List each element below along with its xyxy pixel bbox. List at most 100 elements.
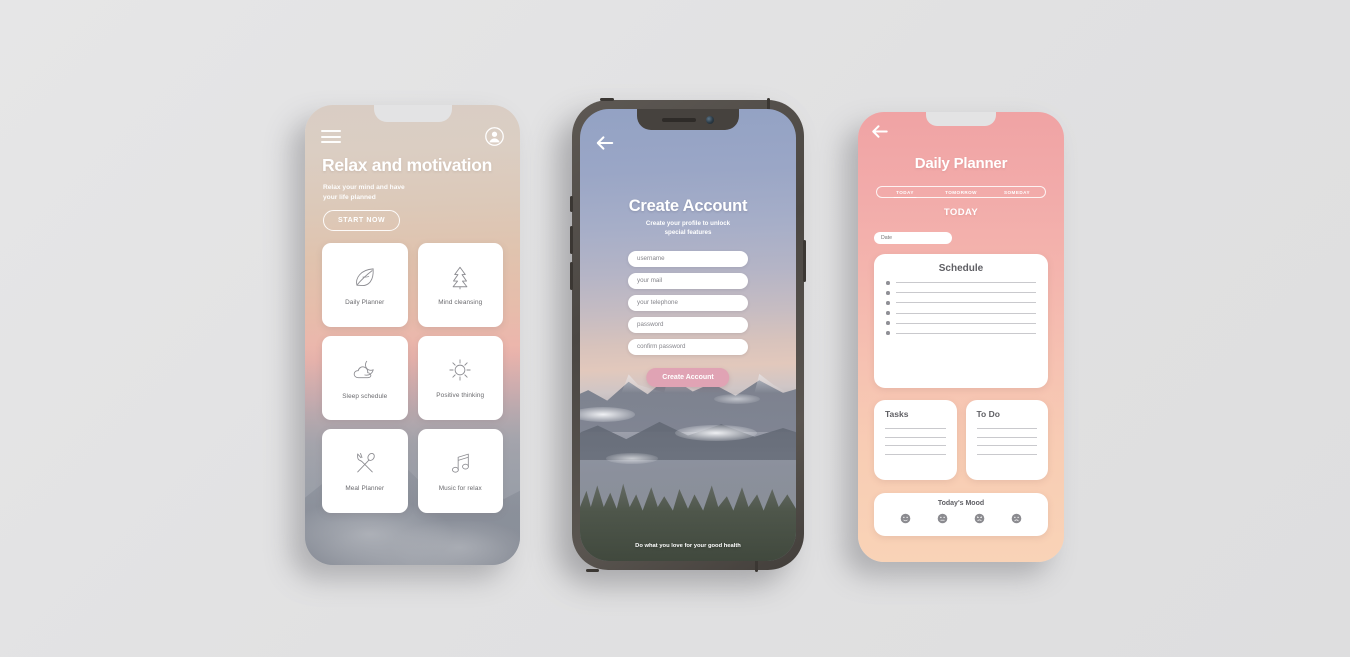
bullet-dot — [886, 321, 890, 325]
front-camera — [706, 115, 714, 124]
bullet-dot — [886, 301, 890, 305]
schedule-row[interactable] — [886, 281, 1036, 285]
tab-tomorrow[interactable]: TOMORROW — [933, 190, 989, 195]
footer-tagline: Do what you love for your good health — [635, 543, 741, 549]
phone-mockup-create-account: Create Account Create your profile to un… — [570, 98, 806, 572]
schedule-row[interactable] — [886, 321, 1036, 325]
mute-switch[interactable] — [570, 196, 573, 212]
back-arrow-icon[interactable] — [595, 135, 615, 151]
tile-label: Positive thinking — [436, 392, 485, 399]
tasks-heading: Tasks — [885, 409, 909, 419]
tile-mind-cleansing[interactable]: Mind cleansing — [417, 243, 503, 327]
todo-rows — [976, 428, 1037, 455]
mood-options — [874, 513, 1048, 524]
confounded-face-icon[interactable] — [974, 513, 985, 524]
schedule-rows — [886, 281, 1036, 336]
tile-label: Music for relax — [438, 484, 482, 492]
tile-positive-thinking[interactable]: Positive thinking — [417, 336, 503, 420]
write-line[interactable] — [885, 453, 946, 455]
write-line[interactable] — [976, 453, 1037, 455]
pine-tree-icon — [452, 266, 468, 290]
write-line[interactable] — [976, 445, 1037, 446]
write-line[interactable] — [976, 436, 1037, 438]
username-input[interactable] — [628, 251, 748, 267]
tile-sleep-schedule[interactable]: Sleep schedule — [322, 336, 408, 420]
create-account-button[interactable]: Create Account — [646, 368, 730, 387]
write-line — [895, 282, 1036, 284]
signup-form — [628, 251, 748, 355]
write-line — [895, 292, 1036, 294]
email-input[interactable] — [628, 273, 748, 289]
tasks-todo-row: Tasks To Do — [874, 400, 1048, 480]
feature-tile-grid: Daily Planner Mind cleansing Sleep sched… — [322, 243, 503, 513]
power-button[interactable] — [803, 240, 806, 282]
write-line — [895, 332, 1036, 334]
tasks-card: Tasks — [874, 400, 957, 480]
phone2-screen: Create Account Create your profile to un… — [580, 109, 796, 561]
happy-face-icon[interactable] — [900, 513, 911, 524]
write-line — [895, 312, 1036, 314]
write-line[interactable] — [885, 436, 946, 438]
tile-label: Mind cleansing — [438, 299, 483, 306]
write-line[interactable] — [885, 428, 946, 429]
tile-label: Meal Planner — [345, 485, 385, 492]
phone3-notch — [926, 112, 996, 126]
antenna-line — [586, 569, 599, 572]
tile-music-for-relax[interactable]: Music for relax — [417, 429, 503, 513]
volume-down-button[interactable] — [570, 262, 573, 290]
music-note-icon — [451, 453, 469, 473]
cloud — [605, 452, 658, 464]
date-input[interactable] — [874, 232, 952, 244]
fork-spoon-icon — [356, 452, 375, 473]
planner-tabs: TODAY TOMORROW SOMEDAY — [876, 186, 1046, 198]
tab-someday[interactable]: SOMEDAY — [989, 190, 1045, 195]
tile-label: Daily Planner — [345, 299, 385, 306]
moon-cloud-icon — [353, 360, 374, 378]
confirm-password-input[interactable] — [628, 339, 748, 355]
bullet-dot — [886, 331, 890, 336]
tasks-rows — [885, 428, 946, 455]
day-heading: TODAY — [943, 207, 979, 218]
write-line[interactable] — [885, 445, 946, 446]
account-avatar-icon[interactable] — [485, 127, 504, 146]
page-subtitle: Relax your mind and have your life plann… — [323, 184, 405, 201]
page-subtitle: Create your profile to unlock special fe… — [645, 220, 731, 236]
schedule-heading: Schedule — [938, 263, 984, 274]
earpiece-speaker — [662, 117, 696, 122]
sad-face-icon[interactable] — [1011, 513, 1022, 524]
mockup-canvas: Relax and motivation Relax your mind and… — [0, 0, 1350, 657]
page-title: Relax and motivation — [322, 155, 493, 175]
telephone-input[interactable] — [628, 295, 748, 311]
start-now-button[interactable]: START NOW — [323, 210, 401, 231]
tile-label: Sleep schedule — [342, 392, 388, 400]
volume-up-button[interactable] — [570, 226, 573, 254]
todo-card: To Do — [965, 400, 1048, 480]
schedule-row[interactable] — [886, 331, 1036, 336]
tab-today[interactable]: TODAY — [877, 190, 933, 195]
back-arrow-icon[interactable] — [871, 124, 889, 139]
bullet-dot — [886, 281, 890, 285]
write-line[interactable] — [976, 428, 1037, 429]
schedule-card: Schedule — [874, 254, 1048, 388]
hamburger-menu-icon[interactable] — [321, 130, 341, 143]
neutral-face-icon[interactable] — [937, 513, 948, 524]
write-line — [895, 322, 1036, 324]
bullet-dot — [886, 291, 890, 295]
page-title: Daily Planner — [914, 155, 1008, 172]
phone-mockup-relax-home: Relax and motivation Relax your mind and… — [305, 105, 520, 565]
phone1-notch — [373, 105, 452, 122]
tile-meal-planner[interactable]: Meal Planner — [322, 429, 408, 513]
schedule-row[interactable] — [886, 291, 1036, 295]
phone1-topbar — [321, 127, 504, 146]
write-line — [895, 302, 1036, 304]
mood-heading: Today's Mood — [937, 500, 985, 507]
cloud — [713, 393, 760, 404]
schedule-row[interactable] — [886, 311, 1036, 315]
phone-mockup-daily-planner: Daily Planner TODAY TOMORROW SOMEDAY TOD… — [858, 112, 1064, 562]
todo-heading: To Do — [976, 409, 1000, 419]
leaf-icon — [355, 268, 374, 286]
tile-daily-planner[interactable]: Daily Planner — [322, 243, 408, 327]
sun-icon — [449, 359, 471, 381]
schedule-row[interactable] — [886, 301, 1036, 305]
password-input[interactable] — [628, 317, 748, 333]
